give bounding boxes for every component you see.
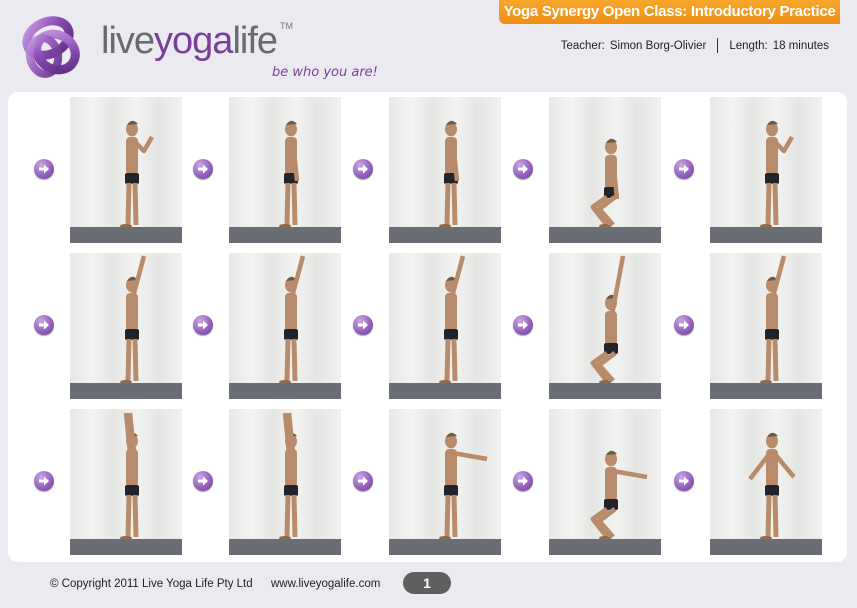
pose-photo [389, 409, 501, 555]
tagline: be who you are! [272, 65, 378, 80]
brand-life: life [232, 20, 278, 62]
yogi-figure [760, 120, 794, 228]
yogi-figure [439, 120, 460, 228]
pose-photo [70, 253, 182, 399]
meta-divider [717, 38, 719, 53]
pose-photo [70, 409, 182, 555]
yogi-figure [279, 255, 306, 384]
page-title: Yoga Synergy Open Class: Introductory Pr… [499, 0, 840, 24]
teacher-name: Simon Borg-Olivier [609, 39, 707, 52]
yogi-figure [439, 432, 488, 540]
yogi-figure [279, 120, 300, 228]
pose-photo [70, 97, 182, 243]
right-arrow-icon[interactable] [193, 471, 213, 491]
right-arrow-icon[interactable] [674, 159, 694, 179]
pose-photo [549, 97, 661, 243]
right-arrow-icon[interactable] [674, 471, 694, 491]
teacher-label: Teacher: [560, 39, 605, 52]
right-arrow-icon[interactable] [193, 315, 213, 335]
yogi-figure [590, 450, 648, 540]
copyright-text: © Copyright 2011 Live Yoga Life Pty Ltd [50, 578, 253, 590]
sequence-row [8, 97, 847, 243]
yogi-figure [748, 432, 796, 540]
pose-sequence-panel [8, 92, 847, 562]
pose-photo [229, 97, 341, 243]
pose-photo [389, 97, 501, 243]
right-arrow-icon[interactable] [34, 471, 54, 491]
yogi-figure [120, 120, 154, 228]
yogi-figure [120, 412, 139, 540]
right-arrow-icon[interactable] [353, 159, 373, 179]
brand-wordmark: liveyogalife TM [101, 20, 293, 62]
yogi-figure [120, 255, 147, 384]
website-link[interactable]: www.liveyogalife.com [271, 578, 380, 590]
header: liveyogalife TM be who you are! Yoga Syn… [0, 0, 857, 92]
pose-photo [549, 253, 661, 399]
footer: © Copyright 2011 Live Yoga Life Pty Ltd … [0, 570, 857, 600]
length-label: Length: [729, 39, 768, 52]
yogi-figure [439, 255, 466, 384]
yogi-figure [590, 255, 626, 384]
brand-live: live [101, 20, 155, 62]
right-arrow-icon[interactable] [674, 315, 694, 335]
right-arrow-icon[interactable] [513, 315, 533, 335]
yogi-figure [590, 138, 620, 228]
pose-photo [710, 409, 822, 555]
right-arrow-icon[interactable] [34, 315, 54, 335]
right-arrow-icon[interactable] [193, 159, 213, 179]
right-arrow-icon[interactable] [513, 159, 533, 179]
class-meta: Teacher: Simon Borg-Olivier Length: 18 m… [561, 38, 829, 53]
yogi-figure [760, 255, 787, 384]
page-number-badge: 1 [403, 572, 451, 594]
right-arrow-icon[interactable] [34, 159, 54, 179]
length-value: 18 minutes [772, 39, 829, 52]
trademark: TM [280, 21, 294, 31]
yogi-figure [279, 412, 298, 540]
pose-photo [710, 97, 822, 243]
sequence-row [8, 253, 847, 399]
interlocking-rings-icon [22, 16, 80, 78]
pose-photo [549, 409, 661, 555]
pose-photo [229, 253, 341, 399]
right-arrow-icon[interactable] [353, 471, 373, 491]
pose-photo [229, 409, 341, 555]
sequence-row [8, 409, 847, 555]
pose-photo [710, 253, 822, 399]
brand-yoga: yoga [154, 20, 233, 62]
right-arrow-icon[interactable] [513, 471, 533, 491]
right-arrow-icon[interactable] [353, 315, 373, 335]
pose-photo [389, 253, 501, 399]
